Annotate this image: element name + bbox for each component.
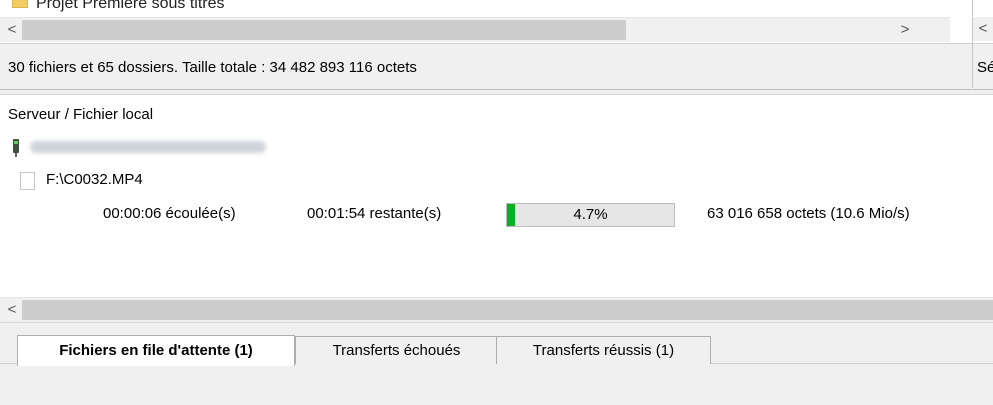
horizontal-scrollbar[interactable]: < >: [0, 17, 950, 42]
list-item[interactable]: Projet Premiere sous titres: [36, 0, 225, 15]
queue-horizontal-scrollbar[interactable]: <: [0, 297, 993, 322]
remote-file-list[interactable]: < Sé: [972, 0, 993, 90]
local-file-list[interactable]: Projet Premiere sous titres < > 30 fichi…: [0, 0, 972, 90]
folder-icon: [12, 0, 28, 8]
transferred-bytes-speed: 63 016 658 octets (10.6 Mio/s): [707, 205, 910, 222]
scrollbar-thumb[interactable]: [22, 20, 626, 40]
queue-scroll-left-arrow[interactable]: <: [2, 299, 22, 321]
elapsed-time: 00:00:06 écoulée(s): [103, 205, 236, 222]
queue-scrollbar-thumb[interactable]: [22, 300, 993, 320]
remote-horizontal-scrollbar[interactable]: <: [973, 17, 993, 41]
remote-scroll-left-arrow[interactable]: <: [973, 18, 993, 40]
remote-status-bar: Sé: [973, 43, 993, 90]
server-icon: [13, 139, 19, 157]
scroll-left-arrow[interactable]: <: [2, 19, 22, 41]
tab-failed-transfers[interactable]: Transferts échoués: [295, 336, 498, 364]
queue-file-name[interactable]: F:\C0032.MP4: [46, 171, 143, 188]
transfer-progress-bar: 4.7%: [506, 203, 675, 227]
server-name-redacted: [30, 141, 266, 153]
local-status-bar: 30 fichiers et 65 dossiers. Taille total…: [0, 43, 972, 90]
remaining-time: 00:01:54 restante(s): [307, 205, 442, 222]
progress-percent: 4.7%: [573, 206, 608, 223]
tab-queued-files[interactable]: Fichiers en file d'attente (1): [17, 335, 295, 366]
tab-successful-transfers[interactable]: Transferts réussis (1): [496, 336, 711, 364]
transfer-queue[interactable]: Serveur / Fichier local F:\C0032.MP4 00:…: [0, 94, 993, 322]
file-icon: [20, 172, 35, 190]
column-header-server-local-file[interactable]: Serveur / Fichier local: [8, 106, 153, 123]
remote-status-text: Sé: [977, 59, 993, 76]
local-status-text: 30 fichiers et 65 dossiers. Taille total…: [8, 59, 417, 76]
queue-tabs: Fichiers en file d'attente (1) Transfert…: [0, 322, 993, 366]
scroll-right-arrow[interactable]: >: [895, 19, 915, 41]
